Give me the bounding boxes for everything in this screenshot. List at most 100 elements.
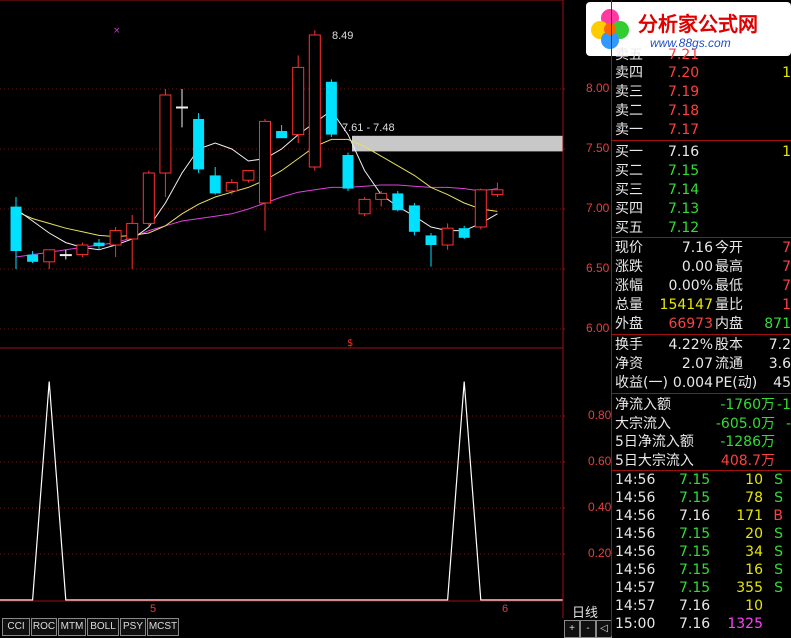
- cursor-marker-icon: ×: [113, 26, 121, 36]
- indicator-tab-boll[interactable]: BOLL: [87, 618, 119, 636]
- tick-time: 14:57: [615, 598, 656, 614]
- tick-price: 7.15: [679, 472, 711, 488]
- tick-volume: 171: [736, 508, 763, 524]
- candle-body: [176, 106, 188, 109]
- stat-row: 外盘 66973 内盘 871: [612, 315, 791, 334]
- price-chart-area[interactable]: [0, 0, 565, 618]
- period-label[interactable]: 日线: [572, 602, 598, 621]
- zoom-out-button[interactable]: -: [580, 620, 596, 638]
- tick-price: 7.16: [679, 616, 711, 632]
- stat-value: 7: [782, 259, 791, 275]
- indicator-tick-label: 0.60: [588, 454, 612, 468]
- candle-body: [458, 228, 470, 238]
- indicator-tab-psy[interactable]: PSY: [120, 618, 146, 636]
- indicator-tab-cci[interactable]: CCI: [2, 618, 30, 636]
- ask-row: 卖三 7.19: [612, 83, 791, 102]
- tick-time: 14:56: [615, 544, 656, 560]
- flow-value: 408.7万: [720, 453, 775, 469]
- stat-value: 4.22%: [668, 337, 713, 353]
- tick-row: 14:56 7.15 34 S: [612, 543, 791, 562]
- stat-value: 66973: [668, 316, 713, 332]
- tick-time: 14:57: [615, 580, 656, 596]
- flow-value: -1760万: [720, 397, 775, 413]
- ask-price: 7.21: [668, 47, 700, 63]
- flow-row: 5日大宗流入 408.7万: [612, 452, 791, 471]
- tick-row: 14:56 7.15 10 S: [612, 471, 791, 490]
- stat-label: 最低: [715, 278, 743, 294]
- ask-volume: 1: [782, 65, 791, 81]
- indicator-tick-label: 0.20: [588, 546, 612, 560]
- bid-row: 买三 7.14: [612, 181, 791, 200]
- price-tick-label: 8.00: [586, 81, 610, 95]
- scroll-left-button[interactable]: ◁: [596, 620, 612, 638]
- stat-label: 涨跌: [615, 259, 643, 275]
- panel-border: [611, 0, 612, 636]
- flow-label: 大宗流入: [615, 416, 671, 432]
- ask-price: 7.20: [668, 65, 700, 81]
- tick-side: B: [773, 508, 783, 524]
- stat-value: 7.2: [768, 337, 791, 353]
- bid-label: 买五: [615, 220, 643, 236]
- stat-value: 2.07: [681, 356, 713, 372]
- stat-label: 总量: [615, 297, 643, 313]
- candle-body: [242, 170, 255, 181]
- stat-label: 内盘: [715, 316, 743, 332]
- indicator-tab-mtm[interactable]: MTM: [58, 618, 86, 636]
- tick-price: 7.16: [679, 508, 711, 524]
- quote-panel: 卖五 7.21 卖四 7.20 1 卖三 7.19 卖二 7.18 卖一 7.17 买一 7.16 1 买二…: [612, 0, 791, 636]
- stat-row: 现价 7.16 今开 7: [612, 239, 791, 258]
- ask-price: 7.18: [668, 103, 700, 119]
- tick-side: S: [774, 580, 783, 596]
- candle-body: [159, 94, 172, 174]
- candle-body: [209, 175, 221, 194]
- tick-time: 14:56: [615, 562, 656, 578]
- tick-price: 7.15: [679, 562, 711, 578]
- indicator-tick-label: 0.80: [588, 408, 612, 422]
- indicator-tab-mcst[interactable]: MCST: [147, 618, 179, 636]
- indicator-tick-label: 0.40: [588, 500, 612, 514]
- ma-line-white: [15, 109, 498, 251]
- stat-value: 0.00%: [668, 278, 713, 294]
- x-tick-6: 6: [502, 603, 509, 615]
- stat-value: 0.004: [672, 375, 713, 391]
- stat-label: 现价: [615, 240, 643, 256]
- tick-volume: 34: [745, 544, 763, 560]
- flow-label: 5日净流入额: [615, 434, 694, 450]
- tick-side: S: [774, 562, 783, 578]
- bid-label: 买二: [615, 163, 643, 179]
- stat-value: 3.6: [768, 356, 791, 372]
- candle-body: [358, 198, 371, 215]
- tick-price: 7.16: [679, 598, 711, 614]
- stat-label: PE(动): [715, 375, 758, 391]
- candle-body: [225, 182, 238, 192]
- stat-label: 流通: [715, 356, 743, 372]
- bid-label: 买三: [615, 182, 643, 198]
- candle-body: [27, 254, 39, 262]
- tick-volume: 1325: [727, 616, 763, 632]
- ask-row: 卖一 7.17: [612, 121, 791, 140]
- tick-side: S: [774, 526, 783, 542]
- indicator-tab-roc[interactable]: ROC: [31, 618, 57, 636]
- tick-row: 14:57 7.16 10: [612, 597, 791, 616]
- flow-row: 净流入额 -1760万 -1: [612, 396, 791, 415]
- ask-price: 7.17: [668, 122, 700, 138]
- candle-body: [10, 206, 22, 251]
- candle-body: [375, 192, 388, 200]
- candle-body: [93, 242, 105, 247]
- candle-body: [392, 193, 404, 211]
- stat-label: 外盘: [615, 316, 643, 332]
- stat-label: 最高: [715, 259, 743, 275]
- bid-price: 7.16: [668, 144, 700, 160]
- candle-body: [259, 120, 271, 204]
- price-tick-label: 7.00: [586, 201, 610, 215]
- tick-time: 14:56: [615, 472, 656, 488]
- candle-body: [292, 66, 305, 136]
- bid-row: 买一 7.16 1: [612, 143, 791, 162]
- flow-extra: -1: [777, 397, 791, 413]
- resistance-band-label: 7.61 - 7.48: [342, 122, 395, 134]
- flow-extra: -: [785, 416, 791, 432]
- ask-label: 卖三: [615, 84, 643, 100]
- stat-label: 换手: [615, 337, 643, 353]
- zoom-in-button[interactable]: +: [564, 620, 580, 638]
- stat-value: 1: [782, 297, 791, 313]
